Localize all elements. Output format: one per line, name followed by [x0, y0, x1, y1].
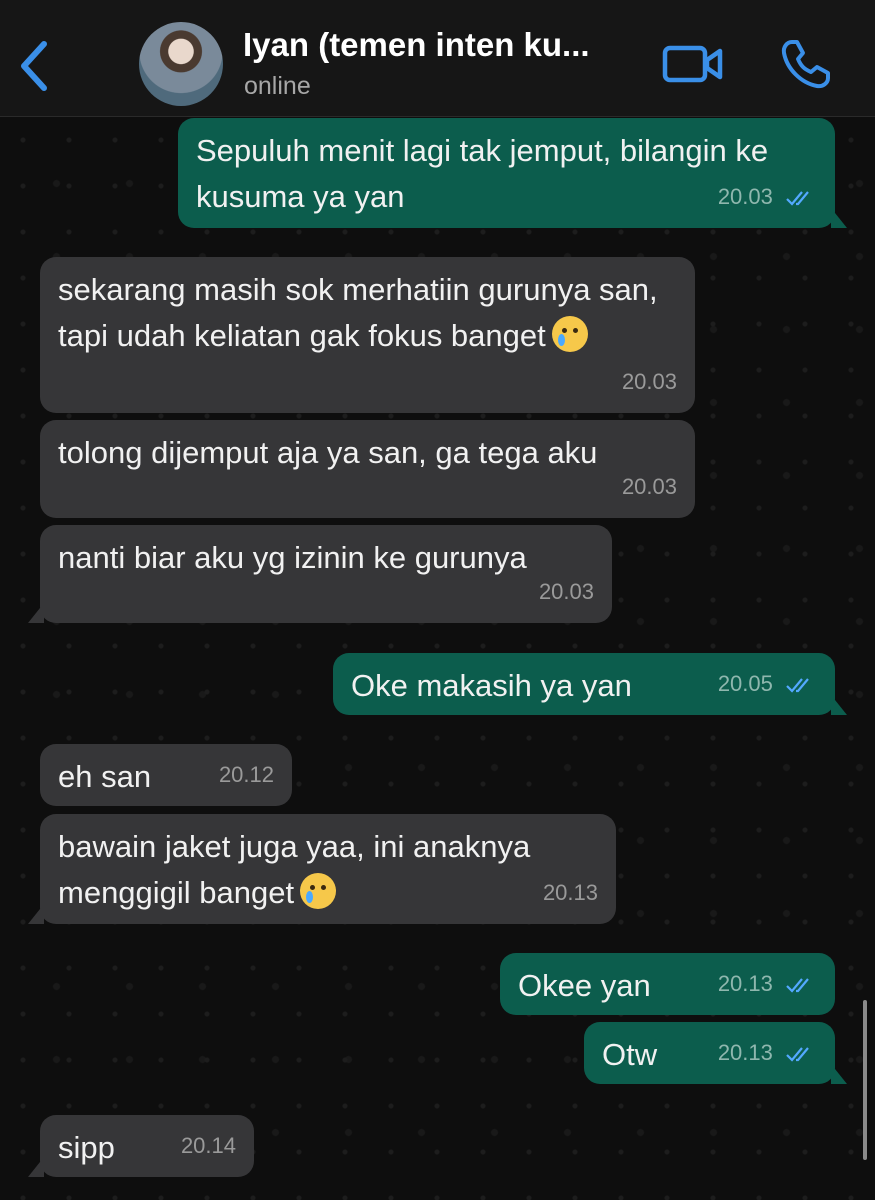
message-text: bawain jaket juga yaa, ini anaknya mengg… [58, 829, 531, 910]
loudly-crying-face-emoji [300, 873, 337, 909]
phone-icon [781, 40, 830, 89]
outgoing-message[interactable]: Sepuluh menit lagi tak jemput, bilangin … [178, 118, 847, 228]
incoming-message[interactable]: sipp 20.14 [28, 1115, 254, 1177]
back-button[interactable] [14, 38, 54, 94]
voice-call-button[interactable] [778, 38, 832, 92]
message-text: nanti biar aku yg izinin ke gurunya [58, 540, 527, 575]
message-text: Otw [602, 1037, 658, 1072]
double-check-read-icon [786, 978, 809, 993]
incoming-message[interactable]: tolong dijemput aja ya san, ga tega aku … [40, 420, 695, 518]
message-time: 20.03 [621, 369, 677, 394]
message-time: 20.13 [542, 880, 598, 905]
contact-name[interactable]: Iyan (temen inten ku... [243, 26, 590, 64]
message-text: Oke makasih ya yan [351, 668, 632, 703]
incoming-message[interactable]: bawain jaket juga yaa, ini anaknya mengg… [28, 814, 616, 924]
message-meta: 20.13 [718, 1030, 815, 1076]
incoming-message[interactable]: eh san 20.12 [40, 744, 292, 806]
crying-face-emoji [551, 316, 588, 352]
contact-status: online [244, 72, 311, 100]
outgoing-message[interactable]: Oke makasih ya yan 20.05 [333, 653, 847, 715]
video-call-button[interactable] [662, 42, 724, 86]
message-time: 20.13 [717, 971, 773, 996]
message-text: Okee yan [518, 968, 651, 1003]
message-time: 20.03 [538, 579, 594, 604]
double-check-read-icon [786, 1047, 809, 1062]
chat-header: Iyan (temen inten ku... online [0, 0, 875, 117]
double-check-read-icon [786, 678, 809, 693]
video-camera-icon [662, 45, 723, 83]
message-time: 20.12 [218, 762, 274, 787]
outgoing-message[interactable]: Otw 20.13 [584, 1022, 847, 1084]
outgoing-message[interactable]: Okee yan 20.13 [500, 953, 835, 1015]
message-time: 20.03 [621, 474, 677, 499]
message-time: 20.13 [717, 1040, 773, 1065]
avatar[interactable] [139, 22, 223, 106]
message-text: eh san [58, 759, 152, 794]
message-meta: 20.05 [718, 661, 815, 707]
message-time: 20.03 [717, 184, 773, 209]
incoming-message[interactable]: nanti biar aku yg izinin ke gurunya 20.0… [28, 525, 612, 623]
double-check-read-icon [786, 191, 809, 206]
chevron-left-icon [21, 41, 47, 91]
message-time: 20.14 [180, 1133, 236, 1158]
message-text: sipp [58, 1130, 115, 1165]
chat-area[interactable]: Sepuluh menit lagi tak jemput, bilangin … [0, 117, 875, 1200]
incoming-message[interactable]: sekarang masih sok merhatiin gurunya san… [40, 257, 695, 413]
message-text: Sepuluh menit lagi tak jemput, bilangin … [196, 133, 769, 214]
scrollbar[interactable] [863, 1000, 867, 1160]
message-meta: 20.13 [718, 961, 815, 1007]
message-meta: 20.03 [718, 174, 815, 220]
message-text: tolong dijemput aja ya san, ga tega aku [58, 435, 598, 470]
message-time: 20.05 [717, 671, 773, 696]
